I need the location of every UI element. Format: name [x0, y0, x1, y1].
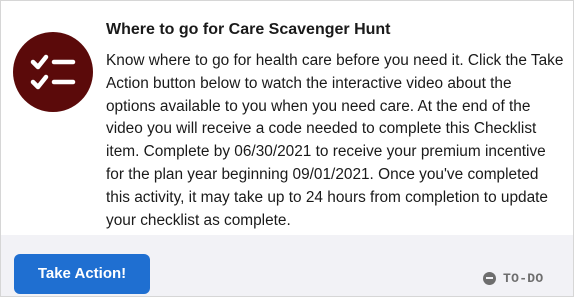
description-line: Action button below to watch the interac…: [106, 74, 512, 92]
take-action-button[interactable]: Take Action!: [14, 254, 150, 294]
minus-circle-icon: [483, 271, 496, 285]
status-label: TO-DO: [503, 270, 544, 286]
card-footer: Take Action! TO-DO: [1, 235, 573, 296]
description-line: your checklist as complete.: [106, 211, 291, 229]
description-line: item. Complete by 06/30/2021 to receive …: [106, 143, 546, 161]
card-body: Where to go for Care Scavenger Hunt Know…: [1, 1, 573, 235]
description-line: video you will receive a code needed to …: [106, 120, 537, 138]
card-title: Where to go for Care Scavenger Hunt: [106, 21, 391, 38]
checklist-icon: [13, 32, 93, 112]
description-line: options available to you when you need c…: [106, 97, 531, 115]
card-description: Know where to go for health care before …: [106, 50, 568, 232]
description-line: Know where to go for health care before …: [106, 52, 564, 69]
description-line: this activity, it may take up to 24 hour…: [106, 188, 548, 206]
description-line: for the plan year beginning 09/01/2021. …: [106, 165, 539, 183]
checklist-card: Where to go for Care Scavenger Hunt Know…: [0, 0, 574, 297]
status-badge: TO-DO: [483, 270, 544, 286]
